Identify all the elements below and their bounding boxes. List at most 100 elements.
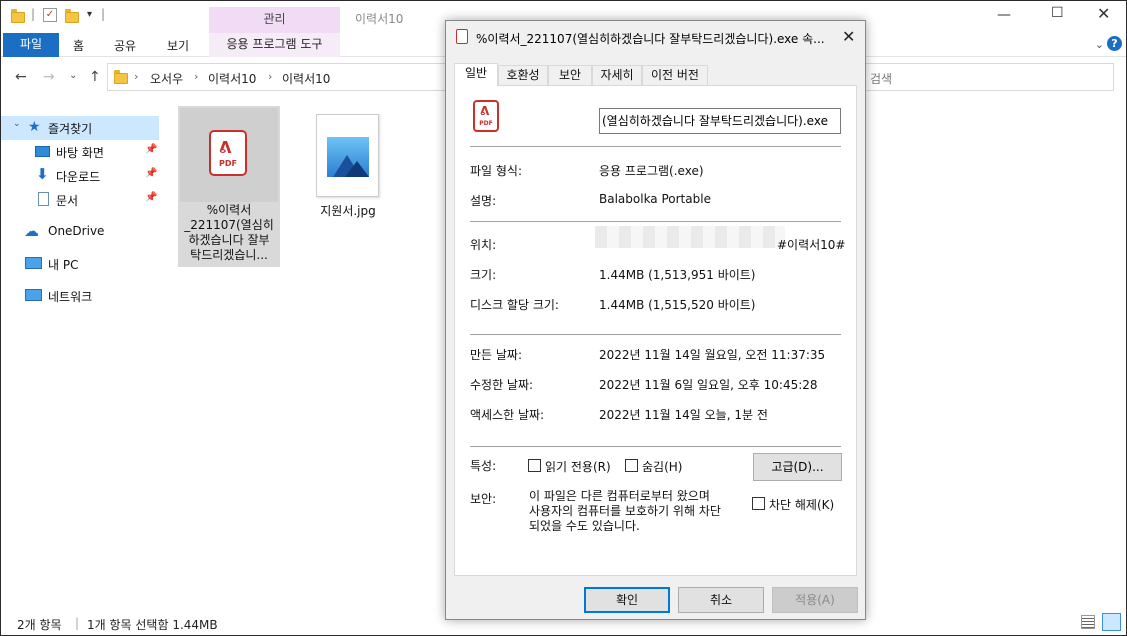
search-input[interactable]: 검색 [857, 63, 1114, 91]
sidebar-item-downloads[interactable]: ⬇ 다운로드 📌 [1, 164, 159, 188]
network-icon [25, 289, 42, 301]
window-title: 이력서10 [355, 12, 404, 26]
divider: | [75, 616, 80, 630]
unblock-checkbox[interactable] [752, 497, 765, 510]
pin-icon[interactable]: 📌 [145, 168, 157, 179]
cloud-icon: ☁ [24, 222, 39, 240]
chevron-down-icon[interactable]: ⌄ [13, 119, 21, 129]
hidden-checkbox[interactable] [625, 459, 638, 472]
divider: | [31, 7, 36, 21]
forward-arrow-icon[interactable]: → [43, 69, 55, 85]
modified-value: 2022년 11월 6일 일요일, 오후 10:45:28 [599, 378, 818, 392]
customize-quick-access-icon[interactable]: ▾ [87, 9, 92, 20]
item-count: 2개 항목 [17, 618, 62, 632]
expand-ribbon-icon[interactable]: ⌄ [1095, 38, 1104, 51]
sidebar-item-this-pc[interactable]: 내 PC [1, 252, 159, 276]
pdf-icon: ᕕ PDF [473, 100, 499, 132]
sidebar-item-onedrive[interactable]: ☁ OneDrive [1, 220, 159, 244]
pdf-icon-label: PDF [479, 120, 493, 127]
tab-file[interactable]: 파일 [3, 33, 59, 57]
file-item-jpg[interactable]: 지원서.jpg [297, 106, 399, 221]
details-view-icon[interactable] [1081, 615, 1095, 629]
help-icon[interactable]: ? [1107, 36, 1122, 51]
security-message: 되었을 수도 있습니다. [529, 519, 640, 533]
tab-view[interactable]: 보기 [167, 37, 189, 54]
file-name: 지원서.jpg [320, 204, 376, 218]
description-label: 설명: [470, 194, 497, 208]
large-icons-view-icon[interactable] [1102, 613, 1121, 631]
computer-icon [25, 257, 42, 269]
tab-general[interactable]: 일반 [454, 63, 498, 86]
disk-size-value: 1.44MB (1,515,520 바이트) [599, 298, 756, 312]
breadcrumb-item[interactable]: 이력서10 [282, 70, 330, 87]
pdf-file-icon [456, 29, 468, 44]
pdf-icon-label: PDF [219, 159, 237, 168]
attributes-label: 특성: [470, 459, 497, 473]
redacted-location-path [595, 226, 785, 248]
advanced-button[interactable]: 고급(D)... [753, 453, 842, 481]
sidebar-item-label: 내 PC [48, 258, 79, 272]
recent-locations-chevron-icon[interactable]: ⌄ [69, 70, 77, 81]
sidebar-item-label: 네트워크 [48, 290, 93, 304]
properties-dialog: %이력서_221107(열심히하겠습니다 잘부탁드리겠습니다).exe 속...… [445, 20, 866, 620]
pdf-icon: ᕕ PDF [209, 130, 247, 176]
minimize-icon[interactable]: — [997, 7, 1011, 23]
breadcrumb-separator-icon: › [134, 70, 139, 83]
sidebar-item-documents[interactable]: 문서 📌 [1, 188, 159, 212]
tab-security[interactable]: 보안 [548, 65, 592, 85]
sidebar-item-network[interactable]: 네트워크 [1, 284, 159, 308]
divider [470, 221, 841, 222]
cancel-button[interactable]: 취소 [678, 587, 764, 613]
tab-share[interactable]: 공유 [114, 37, 136, 54]
breadcrumb-separator-icon: › [268, 70, 273, 83]
file-item-pdf-exe[interactable]: ᕕ PDF %이력서 _221107(열심히 하겠습니다 잘부 탁드리겠습니..… [178, 106, 280, 267]
created-label: 만든 날짜: [470, 348, 523, 362]
readonly-checkbox[interactable] [528, 459, 541, 472]
dialog-title: %이력서_221107(열심히하겠습니다 잘부탁드리겠습니다).exe 속... [476, 32, 825, 46]
pin-icon[interactable]: 📌 [145, 192, 157, 203]
sidebar-item-label: 바탕 화면 [56, 146, 104, 160]
filename-field[interactable]: (열심히하겠습니다 잘부탁드리겠습니다).exe [599, 108, 841, 134]
divider [470, 446, 841, 447]
security-label: 보안: [470, 492, 497, 506]
download-arrow-icon: ⬇ [36, 165, 49, 183]
apply-button[interactable]: 적용(A) [772, 587, 858, 613]
readonly-label: 읽기 전용(R) [545, 460, 611, 474]
file-type-label: 파일 형식: [470, 164, 523, 178]
location-label: 위치: [470, 238, 497, 252]
back-arrow-icon[interactable]: ← [15, 69, 27, 85]
divider [470, 334, 841, 335]
tab-details[interactable]: 자세히 [592, 65, 642, 85]
search-placeholder: 검색 [870, 72, 893, 86]
breadcrumb-item[interactable]: 이력서10 [208, 70, 256, 87]
size-label: 크기: [470, 268, 497, 282]
sidebar-item-quick-access[interactable]: ⌄ ★ 즐겨찾기 [1, 116, 159, 140]
pin-icon[interactable]: 📌 [145, 144, 157, 155]
landscape-picture-icon [327, 137, 369, 177]
created-value: 2022년 11월 14일 월요일, 오전 11:37:35 [599, 348, 826, 362]
location-value: #이력서10# [777, 238, 846, 252]
file-name-line: %이력서 [206, 203, 252, 217]
navigation-pane: ⌄ ★ 즐겨찾기 바탕 화면 📌 ⬇ 다운로드 📌 문서 📌 ☁ OneDriv… [1, 97, 161, 597]
maximize-icon[interactable]: ☐ [1051, 5, 1064, 21]
manage-tab[interactable]: 관리 [209, 7, 340, 33]
general-tab-panel: ᕕ PDF (열심히하겠습니다 잘부탁드리겠습니다).exe 파일 형식: 응용… [454, 85, 857, 576]
tab-compatibility[interactable]: 호환성 [498, 65, 548, 85]
file-name-line: 하겠습니다 잘부 [188, 233, 270, 247]
selection-status: 1개 항목 선택함 1.44MB [87, 618, 218, 632]
tab-previous-versions[interactable]: 이전 버전 [642, 65, 708, 85]
modified-label: 수정한 날짜: [470, 378, 534, 392]
tab-home[interactable]: 홈 [73, 37, 84, 54]
breadcrumb-item[interactable]: 오서우 [150, 70, 183, 87]
ok-button[interactable]: 확인 [584, 587, 670, 613]
file-type-value: 응용 프로그램(.exe) [599, 164, 704, 178]
sidebar-item-desktop[interactable]: 바탕 화면 📌 [1, 140, 159, 164]
size-value: 1.44MB (1,513,951 바이트) [599, 268, 756, 282]
close-icon[interactable]: ✕ [842, 27, 855, 46]
close-icon[interactable]: ✕ [1097, 4, 1110, 23]
up-arrow-icon[interactable]: ↑ [89, 69, 101, 85]
properties-checkmark-icon[interactable]: ✓ [43, 8, 57, 22]
sidebar-item-label: 다운로드 [56, 170, 101, 184]
desktop-icon [35, 146, 50, 157]
tab-application-tools[interactable]: 응용 프로그램 도구 [209, 33, 340, 57]
